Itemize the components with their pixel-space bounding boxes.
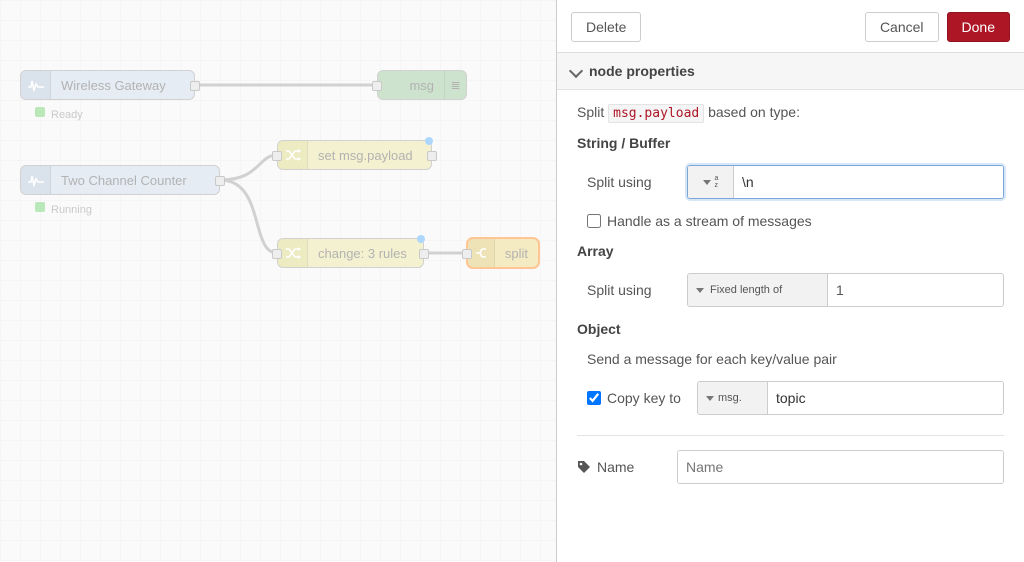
- divider: [577, 435, 1004, 436]
- input-port[interactable]: [272, 249, 282, 259]
- string-split-input[interactable]: [734, 166, 1003, 198]
- chevron-down-icon: [569, 64, 583, 78]
- object-head: Object: [577, 321, 1004, 337]
- input-port[interactable]: [372, 81, 382, 91]
- msg-prefix: msg.: [718, 392, 742, 404]
- done-button[interactable]: Done: [947, 12, 1010, 42]
- chevron-down-icon: [703, 180, 711, 185]
- node-change-3-rules[interactable]: change: 3 rules: [277, 238, 424, 268]
- delete-button[interactable]: Delete: [571, 12, 641, 42]
- array-split-field[interactable]: Fixed length of 1: [687, 273, 1004, 307]
- changed-indicator: [417, 235, 425, 243]
- node-label: Two Channel Counter: [51, 173, 219, 188]
- type-selector[interactable]: msg.: [698, 382, 768, 414]
- node-two-channel-counter[interactable]: Two Channel Counter Running: [20, 165, 220, 195]
- debug-icon: ≣: [444, 71, 466, 99]
- array-split-label: Split using: [587, 282, 677, 298]
- name-label: Name: [577, 459, 667, 475]
- node-msg-debug[interactable]: msg ≣: [377, 70, 467, 100]
- input-port[interactable]: [462, 249, 472, 259]
- copy-key-input[interactable]: [768, 382, 1003, 414]
- copy-key-field[interactable]: msg.: [697, 381, 1004, 415]
- node-label: change: 3 rules: [308, 246, 423, 261]
- status-dot: [35, 202, 45, 212]
- output-port[interactable]: [419, 249, 429, 259]
- stream-checkbox-row: Handle as a stream of messages: [577, 213, 1004, 229]
- copy-key-row: Copy key to msg.: [577, 381, 1004, 415]
- changed-indicator: [425, 137, 433, 145]
- copy-key-checkbox[interactable]: [587, 391, 601, 405]
- input-port[interactable]: [272, 151, 282, 161]
- output-port[interactable]: [215, 176, 225, 186]
- chevron-down-icon: [706, 396, 714, 401]
- object-hint: Send a message for each key/value pair: [577, 351, 1004, 367]
- stream-checkbox-label: Handle as a stream of messages: [607, 213, 812, 229]
- array-split-row: Split using Fixed length of 1: [577, 273, 1004, 307]
- node-label: msg: [378, 78, 444, 93]
- array-mode-label: Fixed length of: [710, 284, 782, 296]
- chevron-down-icon: [696, 288, 704, 293]
- intro-pre: Split: [577, 104, 604, 120]
- status-text: Running: [51, 204, 92, 216]
- sidebar-body: Split msg.payload based on type: String …: [557, 90, 1024, 512]
- string-buffer-head: String / Buffer: [577, 135, 1004, 151]
- array-length-value[interactable]: 1: [828, 282, 852, 298]
- string-split-row: Split using az: [577, 165, 1004, 199]
- output-port[interactable]: [427, 151, 437, 161]
- name-field[interactable]: [677, 450, 1004, 484]
- array-head: Array: [577, 243, 1004, 259]
- stream-checkbox[interactable]: [587, 214, 601, 228]
- pulse-icon: [21, 166, 51, 194]
- node-label: Wireless Gateway: [51, 78, 194, 93]
- intro-post: based on type:: [708, 104, 800, 120]
- pulse-icon: [21, 71, 51, 99]
- type-selector[interactable]: az: [688, 166, 734, 198]
- cancel-button[interactable]: Cancel: [865, 12, 939, 42]
- type-selector[interactable]: Fixed length of: [688, 274, 828, 306]
- string-split-label: Split using: [587, 174, 677, 190]
- status-dot: [35, 107, 45, 117]
- properties-toggle[interactable]: node properties: [557, 53, 1024, 90]
- node-edit-sidebar: Delete Cancel Done node properties Split…: [556, 0, 1024, 562]
- split-icon: [468, 239, 495, 267]
- string-split-field[interactable]: az: [687, 165, 1004, 199]
- intro-line: Split msg.payload based on type:: [577, 104, 1004, 121]
- intro-code: msg.payload: [608, 104, 704, 123]
- node-label: split: [495, 246, 538, 261]
- node-split[interactable]: split: [467, 238, 539, 268]
- flow-canvas[interactable]: Wireless Gateway Ready msg ≣ Two Channel…: [0, 0, 556, 562]
- sidebar-title: node properties: [589, 63, 695, 79]
- name-input[interactable]: [678, 451, 1003, 483]
- status-text: Ready: [51, 109, 83, 121]
- output-port[interactable]: [190, 81, 200, 91]
- sidebar-header: Delete Cancel Done: [557, 0, 1024, 53]
- node-set-payload[interactable]: set msg.payload: [277, 140, 432, 170]
- name-row: Name: [577, 450, 1004, 484]
- node-label: set msg.payload: [308, 148, 431, 163]
- tag-icon: [577, 460, 591, 474]
- copy-key-label: Copy key to: [607, 390, 681, 406]
- node-wireless-gateway[interactable]: Wireless Gateway Ready: [20, 70, 195, 100]
- shuffle-icon: [278, 239, 308, 267]
- shuffle-icon: [278, 141, 308, 169]
